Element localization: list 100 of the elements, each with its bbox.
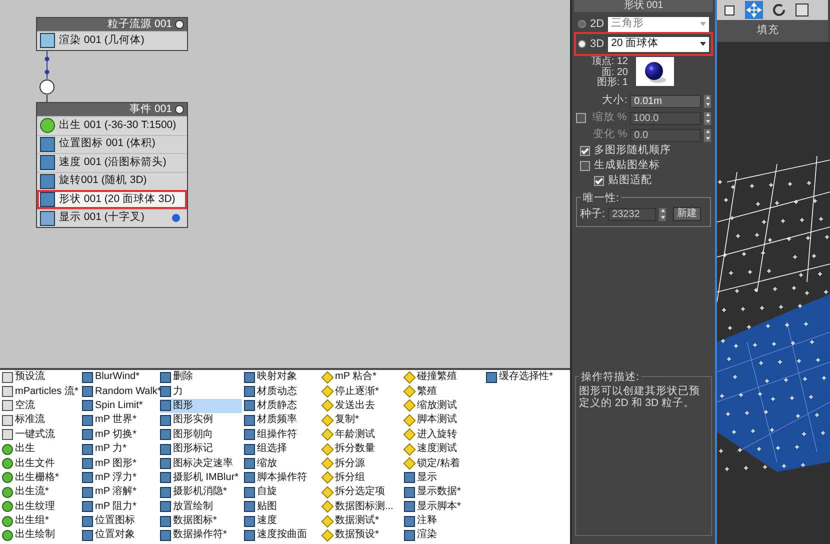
depot-item[interactable]: BlurWind* xyxy=(82,370,158,384)
depot-item[interactable]: 出生组* xyxy=(2,514,80,528)
depot-item[interactable]: 拆分数量 xyxy=(322,442,402,456)
depot-item[interactable]: mP 溶解* xyxy=(82,485,158,500)
depot-item[interactable]: 位置对象 xyxy=(82,528,158,543)
depot-item[interactable]: 拆分组 xyxy=(322,470,402,486)
depot-item[interactable]: 力 xyxy=(160,384,242,399)
depot-item[interactable]: 图形 xyxy=(160,398,242,414)
depot-item[interactable]: 贴图 xyxy=(244,500,320,514)
depot-item[interactable]: mP 浮力* xyxy=(82,470,158,486)
move-icon[interactable] xyxy=(745,1,763,19)
depot-item[interactable]: 图形实例 xyxy=(160,413,242,428)
depot-item[interactable]: 渲染 xyxy=(404,528,484,543)
depot-item[interactable]: 锁定/粘着 xyxy=(404,456,484,471)
shape-dropdown[interactable]: 20 面球体 xyxy=(608,36,709,52)
operator-row[interactable]: 位置图标 001 (体积) xyxy=(37,134,187,153)
depot-item[interactable]: Random Walk* xyxy=(82,384,158,399)
depot-item[interactable]: 图形朝向 xyxy=(160,428,242,442)
depot-item[interactable]: 出生文件 xyxy=(2,456,80,471)
depot-item[interactable]: 缓存选择性* xyxy=(486,370,570,384)
depot-item[interactable]: 预设流 xyxy=(2,370,80,384)
depot-item[interactable]: 数据测试* xyxy=(322,514,402,528)
spinner-icon[interactable] xyxy=(659,208,666,220)
new-button[interactable]: 新建 xyxy=(673,207,702,221)
depot-item[interactable]: 空流 xyxy=(2,398,80,414)
depot-item[interactable]: 显示脚本* xyxy=(404,500,484,514)
depot-item[interactable]: 出生 xyxy=(2,442,80,456)
depot-item[interactable]: 拆分源 xyxy=(322,456,402,471)
rotate-icon[interactable] xyxy=(771,2,787,18)
depot-item[interactable]: 缩放 xyxy=(244,456,320,471)
depot-item[interactable]: 出生栅格* xyxy=(2,470,80,486)
depot-item[interactable]: 映射对象 xyxy=(244,370,320,384)
node-panel[interactable]: 事件 001 出生 001 (-36-30 T:1500) 位置图标 001 (体积) 速度 001 (沿图标箭头) 旋转001 (随机 3D) 形状 001 (20 面球体 3D) 显示 001 (十字叉) xyxy=(36,102,188,228)
depot-item[interactable]: 缩放测试 xyxy=(404,398,484,414)
scale-icon[interactable] xyxy=(795,3,809,17)
depot-item[interactable]: 图形标记 xyxy=(160,442,242,456)
depot-item[interactable]: 注释 xyxy=(404,514,484,528)
depot-item[interactable]: mParticles 流* xyxy=(2,384,80,399)
spinner-icon[interactable] xyxy=(704,112,711,124)
operator-row[interactable]: 形状 001 (20 面球体 3D) xyxy=(37,190,187,208)
depot-item[interactable]: mP 阻力* xyxy=(82,500,158,514)
depot-item[interactable]: 摄影机消隐* xyxy=(160,485,242,500)
depot-item[interactable]: 材质动态 xyxy=(244,384,320,399)
operator-row[interactable]: 速度 001 (沿图标箭头) xyxy=(37,153,187,172)
depot-item[interactable]: 速度 xyxy=(244,514,320,528)
depot-item[interactable]: 数据预设* xyxy=(322,528,402,543)
rollout-title[interactable]: 形状 001 xyxy=(574,0,713,12)
seed-field[interactable]: 23232 xyxy=(608,208,656,220)
depot-item[interactable]: 数据操作符* xyxy=(160,528,242,543)
depot-item[interactable]: 速度测试 xyxy=(404,442,484,456)
depot-item[interactable]: 复制* xyxy=(322,413,402,428)
depot-item[interactable]: 组操作符 xyxy=(244,428,320,442)
operator-row[interactable]: 显示 001 (十字叉) xyxy=(37,208,187,227)
depot-item[interactable]: 数据图标测... xyxy=(322,500,402,514)
depot-item[interactable]: 删除 xyxy=(160,370,242,384)
depot-item[interactable]: 速度按曲面 xyxy=(244,528,320,543)
depot-item[interactable]: 自旋 xyxy=(244,485,320,500)
depot-item[interactable]: mP 世界* xyxy=(82,413,158,428)
depot-item[interactable]: 出生纹理 xyxy=(2,500,80,514)
depot-item[interactable]: mP 力* xyxy=(82,442,158,456)
checkbox[interactable] xyxy=(580,146,590,156)
depot-item[interactable]: mP 切换* xyxy=(82,428,158,442)
depot-item[interactable]: 出生绘制 xyxy=(2,528,80,543)
depot-item[interactable]: mP 粘合* xyxy=(322,370,402,384)
depot-item[interactable]: 材质频率 xyxy=(244,413,320,428)
checkbox[interactable] xyxy=(594,176,604,186)
depot-item[interactable]: 脚本操作符 xyxy=(244,470,320,486)
depot-item[interactable]: 材质静态 xyxy=(244,398,320,414)
square-icon xyxy=(244,458,255,470)
depot-item[interactable]: Spin Limit* xyxy=(82,398,158,414)
depot-item[interactable]: 显示数据* xyxy=(404,485,484,500)
depot-item[interactable]: 标准流 xyxy=(2,413,80,428)
depot-item[interactable]: mP 图形* xyxy=(82,456,158,471)
depot-item[interactable]: 显示 xyxy=(404,470,484,486)
depot-item[interactable]: 发送出去 xyxy=(322,398,402,414)
spinner-icon[interactable] xyxy=(704,94,711,108)
ribbon-tab[interactable]: 填充 xyxy=(757,23,779,39)
depot-item[interactable]: 脚本测试 xyxy=(404,413,484,428)
operator-row[interactable]: 渲染 001 (几何体) xyxy=(37,31,187,50)
depot-item[interactable]: 碰撞繁殖 xyxy=(404,370,484,384)
depot-item[interactable]: 组选择 xyxy=(244,442,320,456)
input-socket[interactable] xyxy=(40,80,54,94)
operator-row[interactable]: 出生 001 (-36-30 T:1500) xyxy=(37,116,187,134)
depot-item[interactable]: 进入旋转 xyxy=(404,428,484,442)
depot-item[interactable]: 停止逐渐* xyxy=(322,384,402,399)
depot-item[interactable]: 年龄测试 xyxy=(322,428,402,442)
node-panel[interactable]: 粒子流源 001 渲染 001 (几何体) xyxy=(36,17,188,50)
depot-item[interactable]: 摄影机 IMBlur* xyxy=(160,470,242,486)
depot-item[interactable]: 数据图标* xyxy=(160,514,242,528)
depot-item[interactable]: 拆分选定项 xyxy=(322,485,402,500)
radio-button[interactable] xyxy=(578,40,586,48)
depot-item[interactable]: 放置绘制 xyxy=(160,500,242,514)
depot-item[interactable]: 繁殖 xyxy=(404,384,484,399)
depot-item[interactable]: 位置图标 xyxy=(82,514,158,528)
input-field[interactable]: 0.01m xyxy=(630,94,702,108)
checkbox[interactable] xyxy=(580,161,590,171)
depot-item[interactable]: 一键式流 xyxy=(2,428,80,442)
spinner-icon[interactable] xyxy=(704,128,711,142)
depot-item[interactable]: 出生流* xyxy=(2,485,80,500)
depot-item[interactable]: 图标决定速率 xyxy=(160,456,242,471)
